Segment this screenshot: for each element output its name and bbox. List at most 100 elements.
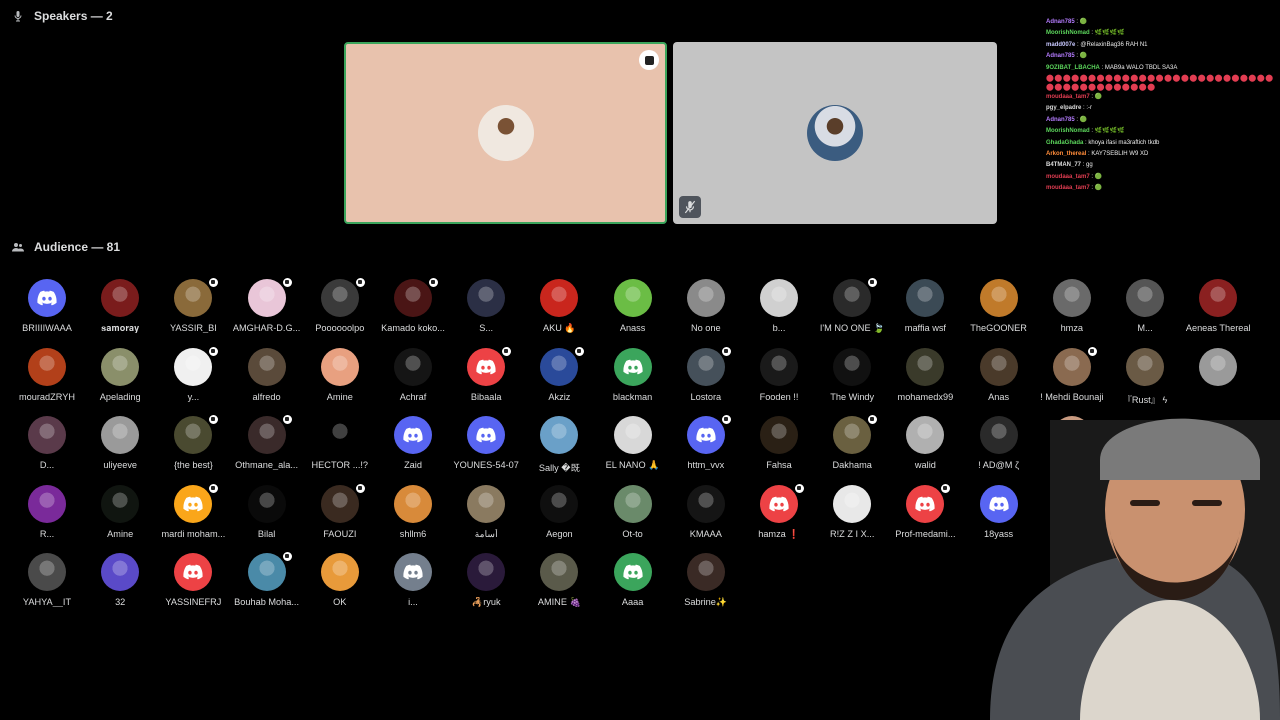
audience-member[interactable]: Akziz — [523, 345, 595, 408]
audience-member[interactable]: ! Mehdi Bounaji — [1036, 345, 1108, 408]
chat-message: 9OZIBAT_LBACHA : MAB9a WALO TBDL SA3A — [1046, 63, 1278, 74]
audience-member[interactable]: TheGOONER — [963, 279, 1035, 339]
audience-member[interactable]: YASSIR_BI — [157, 277, 229, 339]
audience-member[interactable]: hamza ❗ — [743, 482, 815, 545]
chat-username[interactable]: pgy_elpadre — [1046, 105, 1081, 111]
audience-member[interactable]: Sabrine✨ — [670, 553, 742, 613]
chat-username[interactable]: 9OZIBAT_LBACHA — [1046, 65, 1100, 71]
audience-member[interactable]: The Windy — [816, 347, 888, 408]
audience-member[interactable]: Amine — [84, 484, 156, 545]
audience-member[interactable]: i... — [377, 553, 449, 613]
member-name: The Windy — [830, 391, 875, 402]
chat-username[interactable]: GhadaGhada — [1046, 140, 1083, 146]
chat-username[interactable]: Adnan785 — [1046, 117, 1075, 123]
member-name: S... — [479, 323, 494, 333]
audience-member[interactable]: 『Rust』 ϟ — [1109, 347, 1181, 408]
audience-member[interactable]: Bilal — [231, 484, 303, 545]
audience-member[interactable]: Lostora — [670, 345, 742, 408]
audience-member[interactable]: YOUNES-54-07 — [450, 416, 522, 476]
audience-member[interactable]: Kamado koko... — [377, 277, 449, 339]
audience-member[interactable]: maffia wsf — [889, 279, 961, 339]
audience-member[interactable]: R!Z Z I X... — [816, 484, 888, 545]
audience-member[interactable]: Anas — [963, 347, 1035, 408]
audience-member[interactable]: I'M NO ONE 🍃 — [816, 277, 888, 339]
audience-member[interactable]: Aegon — [523, 484, 595, 545]
audience-member[interactable]: b... — [743, 279, 815, 339]
chat-text: @RelaxinBag36 RAH N1 — [1080, 41, 1148, 48]
speakers-section-header[interactable]: Speakers — 2 — [12, 9, 113, 23]
audience-member[interactable]: S... — [450, 279, 522, 339]
speaker-tile[interactable] — [344, 42, 667, 224]
audience-member[interactable]: Bibaala — [450, 345, 522, 408]
audience-member[interactable]: Bouhab Moha... — [231, 551, 303, 613]
audience-member[interactable]: EL NANO 🙏 — [597, 416, 669, 476]
audience-member[interactable]: shllm6 — [377, 484, 449, 545]
audience-member[interactable]: mouradZRYH — [11, 347, 83, 408]
discord-default-avatar — [174, 553, 213, 591]
audience-member[interactable]: AKU 🔥 — [523, 279, 595, 339]
audience-member[interactable]: Sally �既 — [523, 416, 595, 476]
chat-username[interactable]: madd007e — [1046, 42, 1075, 48]
audience-member[interactable]: Ot-to — [597, 484, 669, 545]
audience-member[interactable]: R... — [11, 484, 83, 545]
member-avatar — [540, 484, 579, 523]
audience-member[interactable]: 𝐬𝐚𝐦𝐨𝐫𝐚𝐲 — [84, 279, 156, 339]
audience-member[interactable]: blackman — [597, 347, 669, 408]
chat-username[interactable]: moudaaa_tam7 — [1046, 185, 1090, 191]
audience-section-header[interactable]: Audience — 81 — [12, 240, 120, 254]
audience-member[interactable]: FAOUZI — [304, 482, 376, 545]
audience-member[interactable]: Apelading — [84, 347, 156, 408]
member-name: Sabrine✨ — [684, 597, 728, 607]
audience-member[interactable]: Aeneas Thereal — [1182, 279, 1254, 339]
audience-member[interactable]: أسامة — [450, 484, 522, 545]
audience-member[interactable]: Othmane_ala... — [231, 414, 303, 476]
audience-member[interactable]: alfredo — [231, 347, 303, 408]
audience-member[interactable]: YASSINEFRJ — [157, 553, 229, 613]
audience-member[interactable]: mohamedx99 — [889, 347, 961, 408]
audience-member[interactable]: Fooden !! — [743, 347, 815, 408]
audience-member[interactable]: {the best} — [157, 414, 229, 476]
audience-member[interactable]: hmza — [1036, 279, 1108, 339]
audience-member[interactable]: 32 — [84, 553, 156, 613]
audience-member[interactable]: Poooooolpo — [304, 277, 376, 339]
chat-username[interactable]: B4TMAN_77 — [1046, 162, 1081, 168]
audience-member[interactable]: AMINE 🍇 — [523, 553, 595, 613]
chat-username[interactable]: Adnan785 — [1046, 19, 1075, 25]
chat-username[interactable]: MoorishNomad — [1046, 128, 1090, 134]
audience-member[interactable]: Achraf — [377, 347, 449, 408]
audience-member[interactable]: httm_vvx — [670, 414, 742, 476]
audience-member[interactable]: Aaaa — [597, 553, 669, 613]
chat-username[interactable]: moudaaa_tam7 — [1046, 174, 1090, 180]
audience-member[interactable]: KMAAA — [670, 484, 742, 545]
audience-member[interactable]: BRIIIIWAAA — [11, 279, 83, 339]
audience-member[interactable] — [1182, 347, 1254, 408]
speaker-tile[interactable] — [673, 42, 997, 224]
audience-member[interactable]: uliyeeve — [84, 416, 156, 476]
member-name: Amine — [107, 528, 134, 539]
audience-member[interactable]: D... — [11, 416, 83, 476]
audience-member[interactable]: YAHYA__IT — [11, 553, 83, 613]
audience-member[interactable]: 🦂ryuk — [450, 553, 522, 613]
member-avatar — [760, 279, 798, 317]
speakers-header-label: Speakers — 2 — [34, 9, 113, 23]
audience-member[interactable]: Anass — [597, 279, 669, 339]
chat-username[interactable]: Adnan785 — [1046, 53, 1075, 59]
member-avatar — [1126, 347, 1164, 386]
audience-member[interactable]: OK — [304, 553, 376, 613]
audience-member[interactable]: Fahsa — [743, 416, 815, 476]
chat-message: Arkon_thereal : KAY7SEBLIH W9 XD — [1046, 149, 1278, 160]
audience-member[interactable]: M... — [1109, 279, 1181, 339]
audience-member[interactable]: No one — [670, 279, 742, 339]
chat-username[interactable]: moudaaa_tam7 — [1046, 94, 1090, 100]
audience-member[interactable]: Amine — [304, 347, 376, 408]
audience-member[interactable]: mardi moham... — [157, 482, 229, 545]
audience-member[interactable]: Dakhama — [816, 414, 888, 476]
audience-member[interactable]: y... — [157, 345, 229, 408]
streaming-badge-icon — [208, 482, 220, 494]
chat-username[interactable]: Arkon_thereal — [1046, 151, 1086, 157]
member-avatar — [101, 279, 140, 317]
audience-member[interactable]: HECTOR ...!? — [304, 416, 376, 476]
audience-member[interactable]: AMGHAR-D.G... — [231, 277, 303, 339]
audience-member[interactable]: Zaid — [377, 416, 449, 476]
chat-username[interactable]: MoorishNomad — [1046, 30, 1090, 36]
